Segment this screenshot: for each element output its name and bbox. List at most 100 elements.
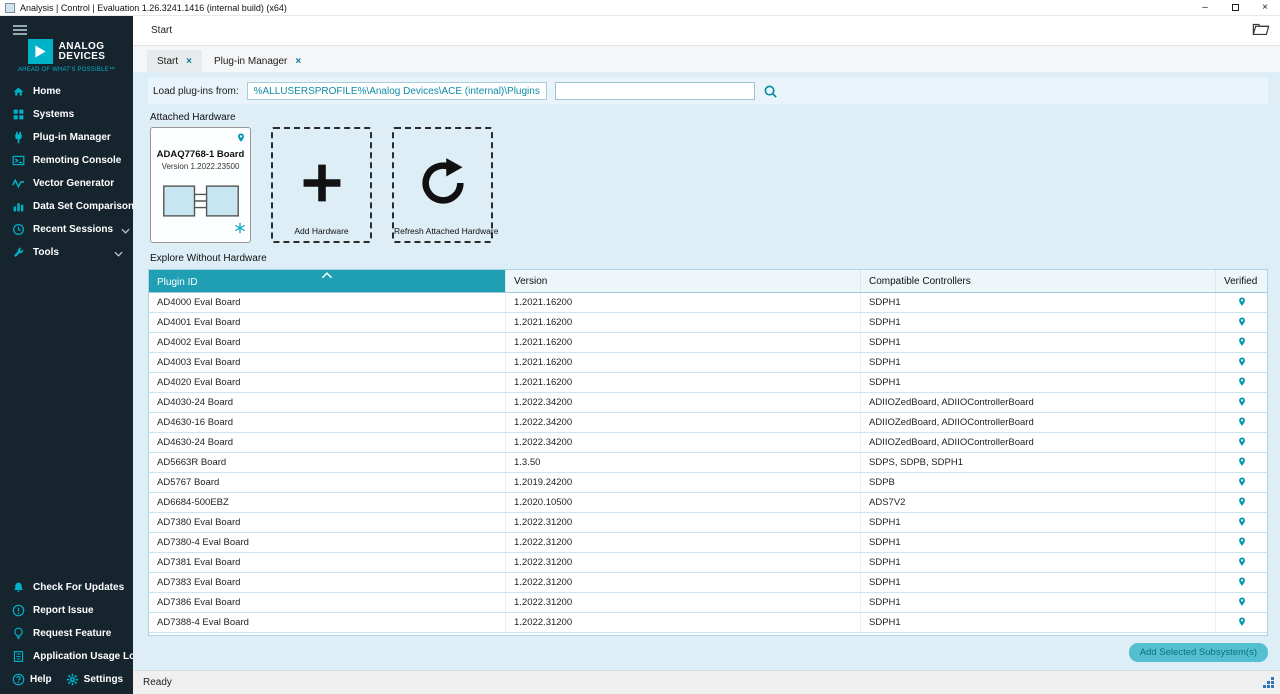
tab-close-icon[interactable]: × <box>295 56 301 67</box>
lightbulb-icon <box>12 627 25 640</box>
verified-pin-icon <box>1237 435 1247 451</box>
cell-controllers: SDPH1 <box>861 293 1216 312</box>
close-button[interactable]: × <box>1250 0 1280 15</box>
cell-controllers: SDPH1 <box>861 613 1216 632</box>
plugin-table-row[interactable]: AD6684-500EBZ 1.2020.10500 ADS7V2 <box>149 493 1267 513</box>
document-icon <box>12 650 25 663</box>
brand-line1: ANALOG <box>59 42 106 52</box>
breadcrumb: Start <box>151 25 172 36</box>
cell-version: 1.2022.31200 <box>506 533 861 552</box>
sidebar-item-vector-generator[interactable]: Vector Generator <box>0 172 133 195</box>
plugin-table-row[interactable]: AD4003 Eval Board 1.2021.16200 SDPH1 <box>149 353 1267 373</box>
column-header-verified[interactable]: Verified <box>1216 270 1267 292</box>
plugin-table-row[interactable]: AD7388-4 Eval Board 1.2022.31200 SDPH1 <box>149 613 1267 633</box>
refresh-hardware-card[interactable]: Refresh Attached Hardware <box>392 127 493 243</box>
attached-board-card[interactable]: ADAQ7768-1 Board Version 1.2022.23500 <box>150 127 251 243</box>
cell-plugin-id: AD4020 Eval Board <box>149 373 506 392</box>
sort-ascending-icon <box>322 271 333 282</box>
sidebar-item-request-feature[interactable]: Request Feature <box>0 622 133 645</box>
search-icon[interactable] <box>763 84 778 99</box>
cell-plugin-id: AD7380 Eval Board <box>149 513 506 532</box>
sidebar-item-recent-sessions[interactable]: Recent Sessions <box>0 218 133 241</box>
cell-verified <box>1216 373 1267 392</box>
plugin-table-row[interactable]: AD4002 Eval Board 1.2021.16200 SDPH1 <box>149 333 1267 353</box>
breadcrumb-bar: Start <box>133 16 1280 46</box>
app-body: ANALOG DEVICES AHEAD OF WHAT'S POSSIBLE™… <box>0 16 1280 694</box>
open-session-folder-icon[interactable] <box>1252 22 1270 39</box>
plugin-table: Plugin ID Version Compatible Controllers… <box>148 269 1268 636</box>
titlebar: Analysis | Control | Evaluation 1.26.324… <box>0 0 1280 16</box>
plugin-table-row[interactable]: AD4630-24 Board 1.2022.34200 ADIIOZedBoa… <box>149 433 1267 453</box>
cell-controllers: ADIIOZedBoard, ADIIOControllerBoard <box>861 433 1216 452</box>
column-header-controllers[interactable]: Compatible Controllers <box>861 270 1216 292</box>
resize-grip-icon[interactable] <box>1260 674 1275 692</box>
cell-verified <box>1216 613 1267 632</box>
column-header-version[interactable]: Version <box>506 270 861 292</box>
sidebar-item-tools[interactable]: Tools <box>0 241 133 264</box>
chevron-down-icon <box>121 221 130 239</box>
plugin-table-row[interactable]: AD7380-4 Eval Board 1.2022.31200 SDPH1 <box>149 533 1267 553</box>
add-hardware-card[interactable]: Add Hardware <box>271 127 372 243</box>
connected-indicator-icon <box>234 221 246 239</box>
plugin-table-row[interactable]: AD7386 Eval Board 1.2022.31200 SDPH1 <box>149 593 1267 613</box>
add-selected-subsystems-button[interactable]: Add Selected Subsystem(s) <box>1129 643 1268 662</box>
menu-toggle-button[interactable] <box>0 16 133 38</box>
cell-plugin-id: AD7388-4 Eval Board <box>149 613 506 632</box>
sidebar-item-check-for-updates[interactable]: Check For Updates <box>0 576 133 599</box>
cell-controllers: SDPH1 <box>861 553 1216 572</box>
verified-pin-icon <box>1237 615 1247 631</box>
cell-plugin-id: AD4001 Eval Board <box>149 313 506 332</box>
tab-plugin-manager[interactable]: Plug-in Manager × <box>204 50 311 72</box>
sidebar: ANALOG DEVICES AHEAD OF WHAT'S POSSIBLE™… <box>0 16 133 694</box>
plugin-table-row[interactable]: AD7381 Eval Board 1.2022.31200 SDPH1 <box>149 553 1267 573</box>
verified-pin-icon <box>1237 295 1247 311</box>
verified-pin-icon <box>1237 455 1247 471</box>
cell-version: 1.2022.31200 <box>506 513 861 532</box>
sidebar-footer: Help Settings <box>0 668 133 694</box>
plugin-table-row[interactable]: AD4000 Eval Board 1.2021.16200 SDPH1 <box>149 293 1267 313</box>
chevron-down-icon <box>114 244 123 262</box>
load-plugins-bar: Load plug-ins from: %ALLUSERSPROFILE%\An… <box>148 78 1268 104</box>
cell-controllers: ADS7V2 <box>861 493 1216 512</box>
plugin-table-row[interactable]: AD5767 Board 1.2019.24200 SDPB <box>149 473 1267 493</box>
tab-start[interactable]: Start × <box>147 50 202 72</box>
board-graphic <box>161 180 241 227</box>
status-text: Ready <box>143 677 172 688</box>
sidebar-item-report-issue[interactable]: Report Issue <box>0 599 133 622</box>
tab-close-icon[interactable]: × <box>186 56 192 67</box>
cell-verified <box>1216 353 1267 372</box>
cell-version: 1.2020.10500 <box>506 493 861 512</box>
sidebar-item-application-usage-logging[interactable]: Application Usage Logging <box>0 645 133 668</box>
sidebar-item-home[interactable]: Home <box>0 80 133 103</box>
sidebar-item-remoting-console[interactable]: Remoting Console <box>0 149 133 172</box>
main-area: Start Start × Plug-in Manager × Load plu… <box>133 16 1280 694</box>
help-button[interactable]: Help <box>12 673 52 686</box>
minimize-button[interactable]: – <box>1190 0 1220 15</box>
maximize-button[interactable] <box>1220 0 1250 15</box>
verified-pin-icon <box>1237 375 1247 391</box>
plugin-search-input[interactable] <box>555 82 755 100</box>
verified-pin-icon <box>1237 335 1247 351</box>
cell-verified <box>1216 393 1267 412</box>
plugin-table-row[interactable]: AD4630-16 Board 1.2022.34200 ADIIOZedBoa… <box>149 413 1267 433</box>
plugin-table-row[interactable]: AD7383 Eval Board 1.2022.31200 SDPH1 <box>149 573 1267 593</box>
settings-button[interactable]: Settings <box>66 673 123 686</box>
plugin-table-row[interactable]: AD7380 Eval Board 1.2022.31200 SDPH1 <box>149 513 1267 533</box>
plugin-table-row[interactable]: AD5663R Board 1.3.50 SDPS, SDPB, SDPH1 <box>149 453 1267 473</box>
plugin-table-row[interactable]: AD4001 Eval Board 1.2021.16200 SDPH1 <box>149 313 1267 333</box>
sidebar-item-plugin-manager[interactable]: Plug-in Manager <box>0 126 133 149</box>
gear-icon <box>66 673 79 686</box>
plugins-path-field[interactable]: %ALLUSERSPROFILE%\Analog Devices\ACE (in… <box>247 82 547 100</box>
column-header-plugin-id[interactable]: Plugin ID <box>149 270 506 292</box>
systems-icon <box>12 108 25 121</box>
sidebar-item-data-set-comparison[interactable]: Data Set Comparison <box>0 195 133 218</box>
tabstrip: Start × Plug-in Manager × <box>133 46 1280 72</box>
plugin-table-row[interactable]: AD4030-24 Board 1.2022.34200 ADIIOZedBoa… <box>149 393 1267 413</box>
cell-verified <box>1216 533 1267 552</box>
cell-verified <box>1216 593 1267 612</box>
plugin-table-row[interactable]: AD4020 Eval Board 1.2021.16200 SDPH1 <box>149 373 1267 393</box>
cell-version: 1.2021.16200 <box>506 353 861 372</box>
verified-pin-icon <box>1237 415 1247 431</box>
cell-controllers: SDPH1 <box>861 513 1216 532</box>
sidebar-item-systems[interactable]: Systems <box>0 103 133 126</box>
